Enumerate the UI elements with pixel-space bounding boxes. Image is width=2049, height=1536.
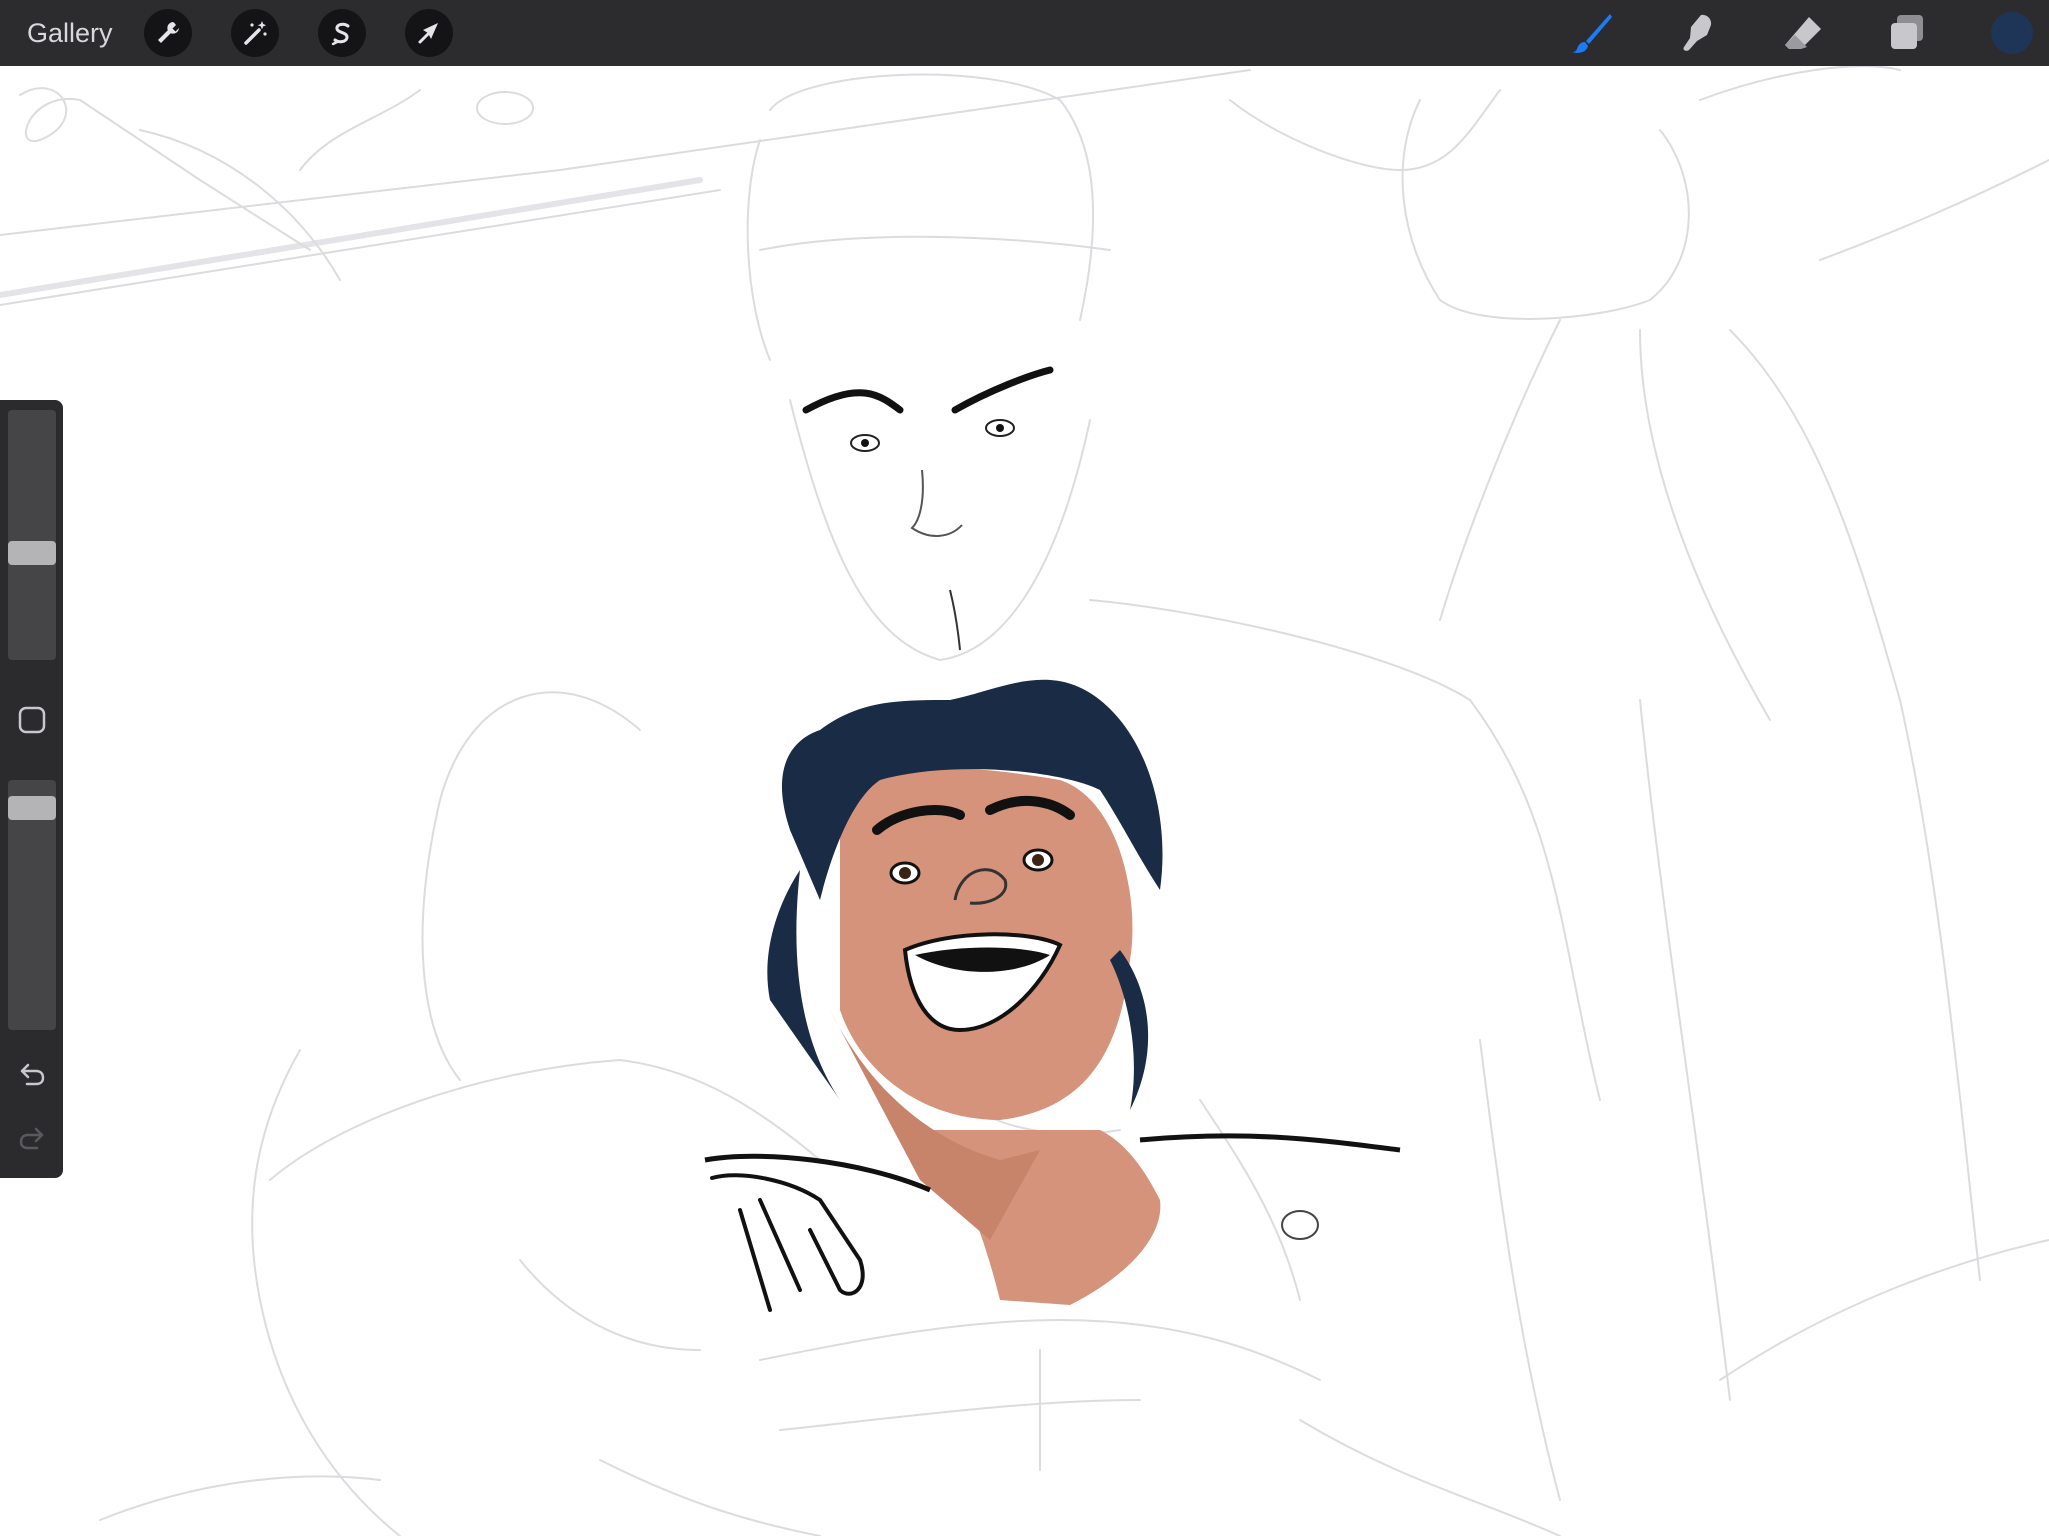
brush-size-slider[interactable] bbox=[8, 410, 56, 660]
left-sidebar bbox=[0, 400, 63, 1178]
layers-button[interactable] bbox=[1882, 9, 1932, 57]
undo-icon bbox=[20, 1063, 45, 1086]
color-picker-swatch[interactable] bbox=[1991, 12, 2033, 54]
layers-icon bbox=[1891, 15, 1923, 49]
smudge-icon bbox=[1683, 14, 1712, 51]
eraser-icon bbox=[1785, 17, 1821, 49]
actions-button[interactable] bbox=[144, 9, 192, 57]
wrench-icon bbox=[158, 22, 179, 43]
redo-icon bbox=[19, 1127, 44, 1150]
gallery-button[interactable]: Gallery bbox=[27, 14, 113, 52]
transform-button[interactable] bbox=[405, 9, 453, 57]
modify-button[interactable] bbox=[8, 696, 56, 744]
redo-button[interactable] bbox=[8, 1114, 56, 1162]
brush-size-thumb[interactable] bbox=[8, 541, 56, 565]
eraser-tool-button[interactable] bbox=[1778, 9, 1828, 57]
magic-wand-icon bbox=[244, 21, 267, 45]
smudge-tool-button[interactable] bbox=[1672, 9, 1722, 57]
undo-button[interactable] bbox=[8, 1050, 56, 1098]
opacity-thumb[interactable] bbox=[8, 796, 56, 820]
transform-arrow-icon bbox=[418, 23, 438, 44]
brush-icon bbox=[1572, 14, 1612, 53]
adjustments-button[interactable] bbox=[231, 9, 279, 57]
selection-s-icon bbox=[331, 22, 350, 46]
brush-tool-button[interactable] bbox=[1567, 9, 1617, 57]
selection-button[interactable] bbox=[318, 9, 366, 57]
drawing-canvas[interactable] bbox=[0, 66, 2049, 1536]
opacity-slider[interactable] bbox=[8, 780, 56, 1030]
top-toolbar: Gallery bbox=[0, 0, 2049, 66]
square-modify-icon bbox=[18, 706, 46, 734]
